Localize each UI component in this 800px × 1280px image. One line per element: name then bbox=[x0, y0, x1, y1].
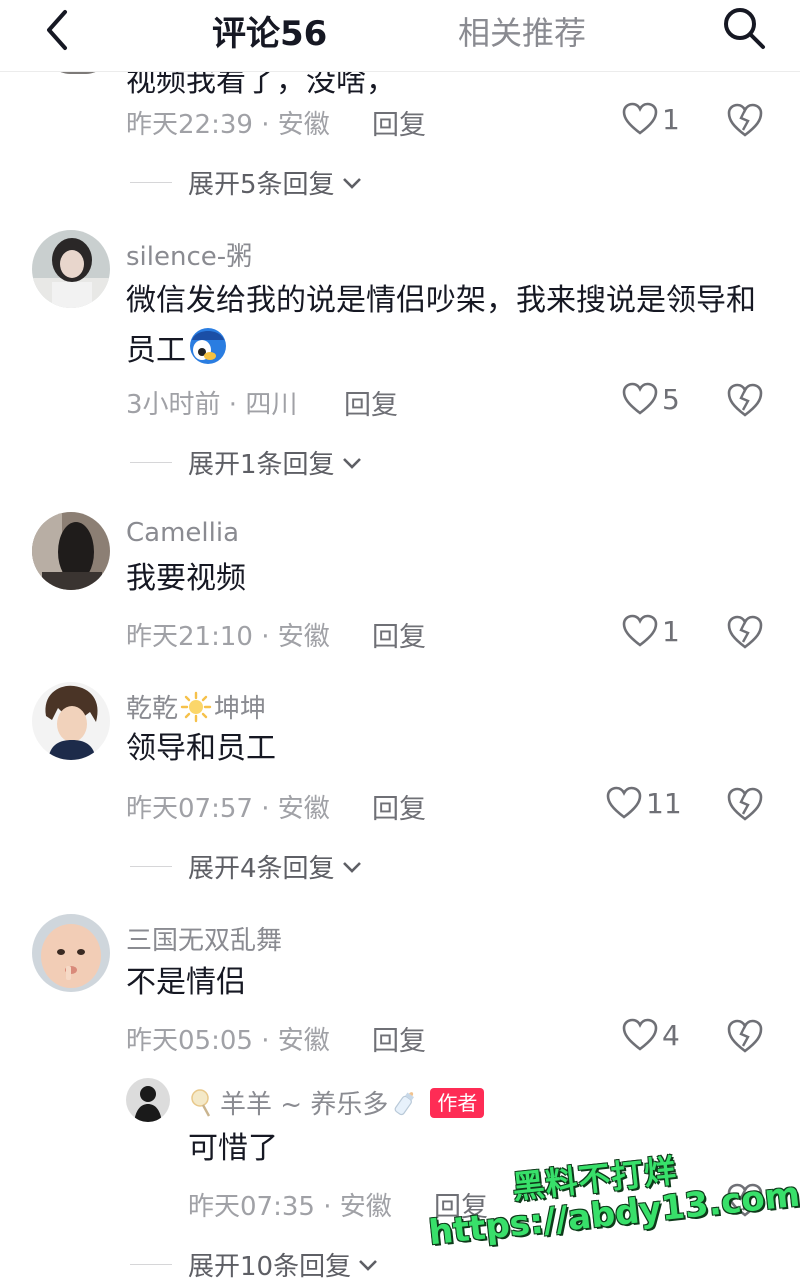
comment-meta: 昨天05:05 · 安徽 bbox=[126, 1026, 330, 1056]
comment-meta: 昨天07:35 · 安徽 bbox=[188, 1192, 392, 1222]
avatar[interactable] bbox=[126, 1078, 170, 1122]
comment-text: 微信发给我的说是情侣吵架，我来搜说是领导和员工 bbox=[126, 276, 776, 376]
heart-icon bbox=[622, 614, 658, 647]
comment-meta: 昨天22:39 · 安徽 bbox=[126, 110, 330, 140]
username[interactable]: 乾乾 坤坤 bbox=[126, 688, 266, 725]
expand-replies-button[interactable]: 展开1条回复 bbox=[130, 444, 363, 481]
comment-meta: 3小时前 · 四川 bbox=[126, 390, 298, 420]
like-button[interactable]: 11 bbox=[606, 786, 682, 820]
expand-replies-button[interactable]: 展开10条回复 bbox=[130, 1246, 379, 1280]
expand-replies-button[interactable]: 展开5条回复 bbox=[130, 164, 363, 201]
back-arrow-icon bbox=[47, 10, 67, 50]
watermark: 黑料不打烊 https://abdy13.com bbox=[420, 1140, 800, 1270]
expand-replies-button[interactable]: 展开4条回复 bbox=[130, 848, 363, 885]
top-bar: 评论56 相关推荐 bbox=[0, 0, 800, 72]
avatar[interactable] bbox=[32, 914, 110, 992]
back-button[interactable] bbox=[34, 8, 78, 52]
broken-heart-icon[interactable] bbox=[726, 786, 764, 822]
like-count: 4 bbox=[662, 1018, 680, 1052]
baby-bottle-emoji-icon bbox=[394, 1091, 415, 1115]
username-text: 羊羊 ~ 养乐多 bbox=[220, 1090, 389, 1120]
username-part: 坤坤 bbox=[214, 694, 267, 724]
avatar[interactable] bbox=[32, 512, 110, 590]
chevron-down-icon bbox=[342, 457, 361, 469]
broken-heart-icon[interactable] bbox=[726, 382, 764, 418]
divider-line bbox=[130, 182, 172, 183]
lollipop-emoji-icon bbox=[191, 1088, 211, 1117]
chevron-down-icon bbox=[342, 177, 361, 189]
expand-label: 展开5条回复 bbox=[188, 170, 335, 200]
like-button[interactable]: 1 bbox=[622, 614, 680, 648]
chevron-down-icon bbox=[342, 861, 361, 873]
like-count: 1 bbox=[662, 614, 680, 648]
like-button[interactable]: 5 bbox=[622, 382, 680, 416]
like-button[interactable]: 4 bbox=[622, 1018, 680, 1052]
like-button[interactable]: 1 bbox=[622, 102, 680, 136]
username-part: 乾乾 bbox=[126, 694, 179, 724]
divider-line bbox=[130, 1264, 172, 1265]
comment-text: 领导和员工 bbox=[126, 731, 276, 766]
broken-heart-icon[interactable] bbox=[726, 1018, 764, 1054]
reply-button[interactable]: 回复 bbox=[372, 787, 426, 826]
like-count: 5 bbox=[662, 382, 680, 416]
comment-meta: 昨天07:57 · 安徽 bbox=[126, 794, 330, 824]
search-button[interactable] bbox=[716, 4, 772, 52]
reply-button[interactable]: 回复 bbox=[344, 383, 398, 422]
comment-text: 我要视频 bbox=[126, 561, 246, 596]
like-count: 1 bbox=[662, 102, 680, 136]
heart-icon bbox=[622, 102, 658, 135]
expand-label: 展开10条回复 bbox=[188, 1252, 352, 1280]
search-icon bbox=[724, 8, 765, 49]
expand-label: 展开4条回复 bbox=[188, 854, 335, 884]
username[interactable]: Camellia bbox=[126, 518, 239, 548]
reply-button[interactable]: 回复 bbox=[372, 103, 426, 142]
avatar[interactable] bbox=[32, 682, 110, 760]
sun-emoji-icon bbox=[180, 691, 212, 722]
tab-comments[interactable]: 评论56 bbox=[212, 6, 327, 55]
emoji-face-icon bbox=[190, 328, 226, 364]
heart-icon bbox=[622, 1018, 658, 1051]
expand-label: 展开1条回复 bbox=[188, 450, 335, 480]
avatar[interactable] bbox=[32, 230, 110, 308]
username[interactable]: 三国无双乱舞 bbox=[126, 920, 282, 957]
reply-button[interactable]: 回复 bbox=[372, 1019, 426, 1058]
broken-heart-icon[interactable] bbox=[726, 614, 764, 650]
reply-button[interactable]: 回复 bbox=[372, 615, 426, 654]
username[interactable]: 羊羊 ~ 养乐多 作者 bbox=[188, 1084, 485, 1121]
username[interactable]: silence-粥 bbox=[126, 236, 252, 273]
comment-text: 不是情侣 bbox=[126, 965, 246, 1000]
author-badge: 作者 bbox=[430, 1087, 485, 1118]
broken-heart-icon[interactable] bbox=[726, 102, 764, 138]
heart-icon bbox=[622, 382, 658, 415]
divider-line bbox=[130, 866, 172, 867]
chevron-down-icon bbox=[359, 1259, 378, 1271]
divider-line bbox=[130, 462, 172, 463]
heart-icon bbox=[606, 786, 642, 819]
comment-meta: 昨天21:10 · 安徽 bbox=[126, 622, 330, 652]
tab-related[interactable]: 相关推荐 bbox=[458, 8, 586, 54]
like-count: 11 bbox=[646, 786, 682, 820]
